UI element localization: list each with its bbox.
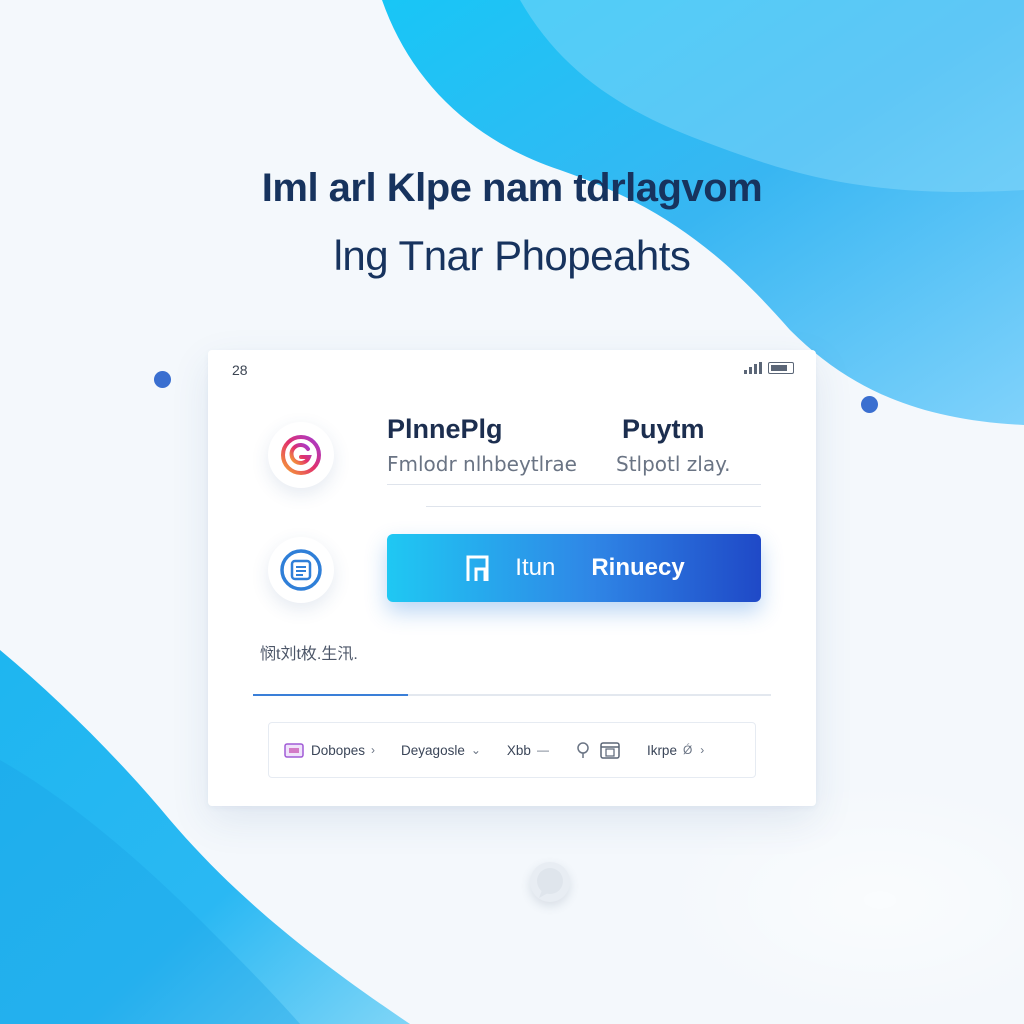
field-underline-1 <box>387 484 761 485</box>
primary-button-label-a: Itun <box>515 554 556 581</box>
signal-icon <box>744 362 762 374</box>
decorative-dot-right <box>861 396 878 413</box>
toolbar-label: Ikrpe <box>646 742 677 758</box>
field-title-left: PlnnePlg <box>387 414 503 444</box>
progress-fill <box>253 694 409 696</box>
toolbar-label: Deyagosle <box>401 742 465 758</box>
n-icon <box>466 555 489 581</box>
caption-text: 悯t刘t枚.生汛. <box>260 646 358 663</box>
dash-icon: — <box>536 743 549 757</box>
calendar-icon <box>600 742 620 759</box>
toolbar-calendar-button[interactable] <box>599 740 621 760</box>
instagram-g-icon-glyph <box>281 435 321 475</box>
chat-bubble-glyph <box>537 868 563 898</box>
status-icons <box>744 362 794 374</box>
toolbar-pin-button[interactable] <box>575 741 591 759</box>
progress-bar <box>253 694 771 696</box>
chevron-down-icon: ⌄ <box>470 743 481 757</box>
field-underline-2 <box>426 506 761 507</box>
field-input-right[interactable]: Stlpotl zlay. <box>616 452 730 476</box>
folder-icon <box>284 743 304 758</box>
instagram-g-icon[interactable] <box>268 422 334 488</box>
field-input-left[interactable]: Fmlodr nlhbeytlrae <box>387 452 577 476</box>
field-title-right: Puytm <box>622 414 705 444</box>
toolbar-glyph: Ǿ <box>682 743 693 757</box>
primary-button-label-b: Rinuecy <box>591 554 685 581</box>
pin-icon <box>577 742 589 758</box>
document-icon[interactable] <box>268 537 334 603</box>
toolbar-item-dobopes[interactable]: Dobopes › <box>283 740 375 760</box>
toolbar-label: Dobopes <box>311 742 366 758</box>
bottom-toolbar: Dobopes › Deyagosle ⌄ Xbb — Ikrpe Ǿ › <box>268 722 756 778</box>
hero-title-line-2: lng Tnar Phopeahts <box>333 232 691 279</box>
status-time: 28 <box>232 362 248 378</box>
toolbar-item-ikrpe[interactable]: Ikrpe Ǿ <box>647 743 692 758</box>
primary-button[interactable]: Itun Rinuecy <box>387 534 761 602</box>
chevron-right-icon: › <box>700 743 705 757</box>
battery-icon <box>768 362 794 374</box>
hero-title-line-1: Iml arl Klpe nam tdrlagvom <box>261 166 763 210</box>
toolbar-label: Xbb <box>506 742 531 758</box>
app-card: 28 PlnnePlg Puytm Fmlodr nlhbeytlrae Stl… <box>208 350 816 806</box>
toolbar-item-xbb[interactable]: Xbb — <box>507 743 549 758</box>
toolbar-more-button[interactable]: › <box>700 743 704 757</box>
chat-bubble-icon[interactable] <box>530 862 570 902</box>
toolbar-item-deyagosle[interactable]: Deyagosle ⌄ <box>401 743 481 758</box>
chevron-right-icon: › <box>371 743 376 757</box>
decorative-dot-left <box>154 371 171 388</box>
document-icon-glyph <box>280 549 322 591</box>
